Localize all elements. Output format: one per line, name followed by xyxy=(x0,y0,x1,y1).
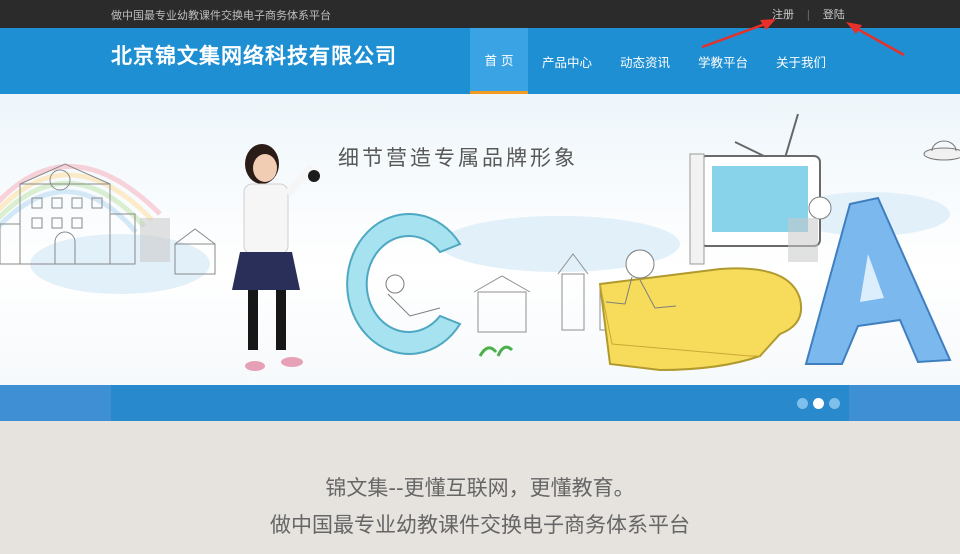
slider-dots xyxy=(797,398,840,409)
top-tagline: 做中国最专业幼教课件交换电子商务体系平台 xyxy=(111,9,331,22)
slider-prev-button[interactable] xyxy=(140,218,170,262)
nav-products[interactable]: 产品中心 xyxy=(528,28,606,94)
nav-about[interactable]: 关于我们 xyxy=(762,28,840,94)
site-header: 北京锦文集网络科技有限公司 首 页 产品中心 动态资讯 学教平台 关于我们 xyxy=(0,28,960,94)
main-nav: 首 页 产品中心 动态资讯 学教平台 关于我们 xyxy=(470,28,840,94)
letter-b-graphic xyxy=(598,249,802,372)
strip-left-edge xyxy=(0,385,111,421)
company-logo-text[interactable]: 北京锦文集网络科技有限公司 xyxy=(111,40,397,70)
strip-right-edge xyxy=(849,385,960,421)
auth-separator: | xyxy=(806,8,811,21)
nav-news[interactable]: 动态资讯 xyxy=(606,28,684,94)
register-link[interactable]: 注册 xyxy=(772,6,794,22)
slogan-line-2: 做中国最专业幼教课件交换电子商务体系平台 xyxy=(270,513,690,537)
slider-dot-2[interactable] xyxy=(813,398,824,409)
nav-learning-platform[interactable]: 学教平台 xyxy=(684,28,762,94)
girl-figure-icon xyxy=(232,144,320,371)
nav-home[interactable]: 首 页 xyxy=(470,28,528,94)
slider-dot-3[interactable] xyxy=(829,398,840,409)
slogan-section: 锦文集--更懂互联网，更懂教育。 做中国最专业幼教课件交换电子商务体系平台 xyxy=(0,421,960,554)
top-bar: 做中国最专业幼教课件交换电子商务体系平台 注册 | 登陆 xyxy=(0,0,960,28)
banner-strip xyxy=(0,385,960,421)
banner-headline: 细节营造专属品牌形象 xyxy=(338,146,578,170)
hero-banner[interactable]: C xyxy=(0,94,960,386)
auth-links: 注册 | 登陆 xyxy=(772,6,845,22)
login-link[interactable]: 登陆 xyxy=(823,6,845,22)
slogan-line-1: 锦文集--更懂互联网，更懂教育。 xyxy=(325,476,635,500)
slider-dot-1[interactable] xyxy=(797,398,808,409)
slider-next-button[interactable] xyxy=(788,218,818,262)
ufo-icon xyxy=(923,140,960,161)
